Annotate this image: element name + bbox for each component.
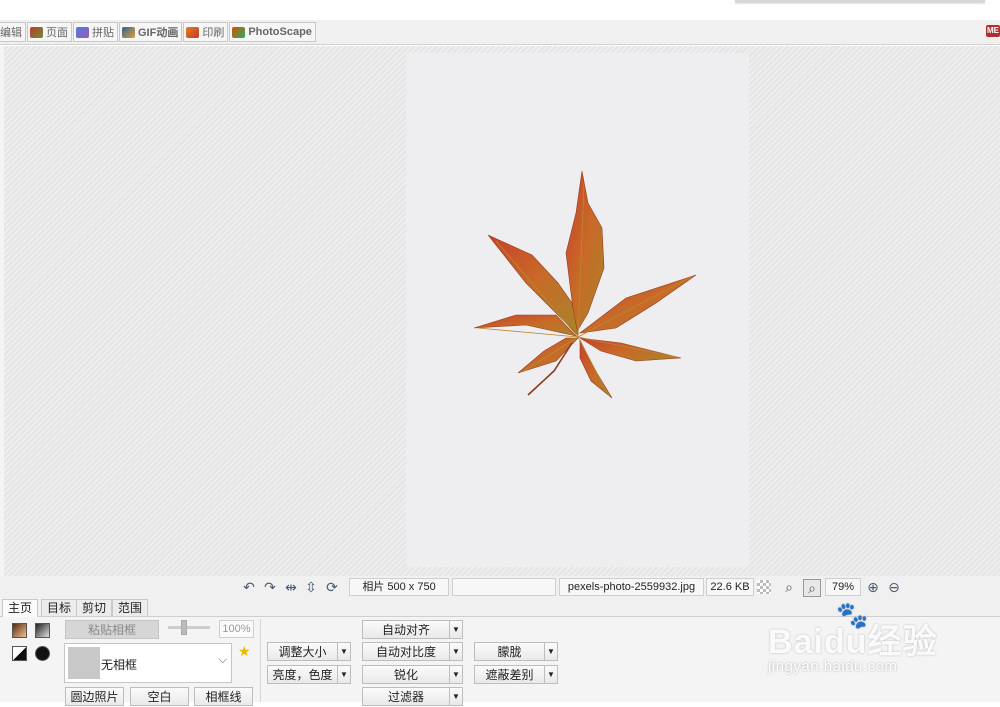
opacity-slider-thumb[interactable] (181, 620, 187, 635)
filter-dropdown-icon[interactable]: ▼ (449, 687, 463, 706)
tab-object[interactable]: 目标 (41, 599, 78, 616)
undo-icon[interactable]: ↶ (241, 579, 257, 595)
transparency-icon[interactable] (757, 580, 771, 594)
main-tab-bar: 编辑 页面 拼贴 GIF动画 印刷 PhotoScape ME (0, 20, 1000, 45)
tab-page-label: 页面 (46, 27, 68, 39)
mask-dropdown-icon[interactable]: ▼ (544, 665, 558, 684)
tab-gif[interactable]: GIF动画 (119, 22, 183, 42)
sharpen-dropdown-icon[interactable]: ▼ (449, 665, 463, 684)
tab-range[interactable]: 范围 (112, 599, 149, 616)
collage-icon (76, 26, 89, 38)
round-photo-button[interactable]: 圆边照片 (65, 687, 124, 706)
file-size: 22.6 KB (706, 578, 754, 596)
gif-icon (122, 26, 135, 38)
panel-separator (260, 619, 261, 702)
flip-horizontal-icon[interactable]: ⇹ (283, 579, 299, 595)
watermark-main: Baidu经验 (768, 623, 938, 661)
status-bar: ↶ ↷ ⇹ ⇳ ⟳ 相片 500 x 750 pexels-photo-2559… (0, 576, 1000, 598)
auto-level-button[interactable]: 自动对齐 (362, 620, 450, 639)
floating-window-edge (735, 0, 985, 2)
tab-gif-label: GIF动画 (138, 27, 179, 39)
page-icon (30, 26, 43, 38)
tab-crop[interactable]: 剪切 (76, 599, 113, 616)
brightness-color-button[interactable]: 亮度，色度 (267, 665, 338, 684)
tab-edit-label: 编辑 (0, 27, 22, 39)
mask-difference-button[interactable]: 遮蔽差别 (474, 665, 545, 684)
auto-level-dropdown-icon[interactable]: ▼ (449, 620, 463, 639)
opacity-value: 100% (219, 620, 254, 638)
me-badge[interactable]: ME (986, 25, 1000, 37)
frame-thumbnail (68, 647, 100, 679)
photo-preview[interactable] (406, 53, 749, 567)
watermark-url: jingyan.baidu.com (768, 658, 898, 675)
frame-select-value: 无相框 (101, 658, 138, 672)
auto-contrast-dropdown-icon[interactable]: ▼ (449, 642, 463, 661)
flip-vertical-icon[interactable]: ⇳ (303, 579, 319, 595)
paste-frame-button[interactable]: 粘贴相框 (65, 620, 159, 639)
tab-print-label: 印刷 (202, 27, 225, 39)
window-top-area (0, 0, 1000, 20)
tab-photoscape[interactable]: PhotoScape (229, 22, 316, 42)
rotate-icon[interactable]: ⟳ (324, 579, 340, 595)
maple-leaf-image (473, 170, 697, 399)
resize-button[interactable]: 调整大小 (267, 642, 338, 661)
color-tool-icon[interactable] (12, 623, 27, 638)
filter-button[interactable]: 过滤器 (362, 687, 450, 706)
tab-print[interactable]: 印刷 (183, 22, 229, 42)
chevron-down-icon: ⌵ (218, 654, 227, 666)
tab-collage-label: 拼贴 (92, 27, 114, 39)
zoom-level: 79% (825, 578, 861, 596)
print-icon (186, 26, 200, 38)
sharpen-button[interactable]: 锐化 (362, 665, 450, 684)
image-dimensions: 相片 500 x 750 (349, 578, 449, 596)
blur-dropdown-icon[interactable]: ▼ (544, 642, 558, 661)
resize-dropdown-icon[interactable]: ▼ (337, 642, 351, 661)
star-icon[interactable]: ★ (238, 643, 251, 660)
status-empty-field (452, 578, 556, 596)
zoom-fit-icon[interactable]: ⌕ (781, 579, 797, 595)
baidu-watermark: 🐾 Baidu经验 jingyan.baidu.com (768, 600, 998, 690)
tab-page[interactable]: 页面 (27, 22, 72, 42)
blank-button[interactable]: 空白 (130, 687, 189, 706)
tab-edit[interactable]: 编辑 (0, 22, 26, 42)
tab-photoscape-label: PhotoScape (248, 26, 312, 38)
vignette-tool-icon[interactable] (35, 646, 50, 661)
zoom-out-icon[interactable]: ⊖ (886, 579, 902, 595)
zoom-in-icon[interactable]: ⊕ (865, 579, 881, 595)
contrast-tool-icon[interactable] (12, 646, 27, 661)
photoscape-icon (232, 26, 246, 38)
grayscale-tool-icon[interactable] (35, 623, 50, 638)
redo-icon[interactable]: ↷ (262, 579, 278, 595)
tab-home[interactable]: 主页 (2, 599, 39, 617)
brightness-dropdown-icon[interactable]: ▼ (337, 665, 351, 684)
image-canvas[interactable] (4, 46, 1000, 576)
frame-line-button[interactable]: 相框线 (194, 687, 253, 706)
zoom-actual-icon[interactable]: ⌕ (803, 579, 821, 597)
file-name: pexels-photo-2559932.jpg (559, 578, 704, 596)
tab-collage[interactable]: 拼贴 (73, 22, 118, 42)
blur-button[interactable]: 朦胧 (474, 642, 545, 661)
opacity-slider-track[interactable] (168, 626, 210, 629)
auto-contrast-button[interactable]: 自动对比度 (362, 642, 450, 661)
frame-select[interactable]: 无相框 ⌵ (64, 643, 232, 683)
